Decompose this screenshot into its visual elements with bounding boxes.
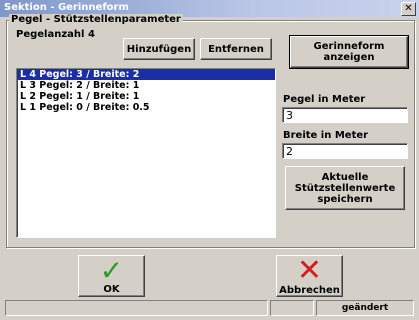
- show-shape-button[interactable]: Gerinneform anzeigen: [289, 35, 409, 69]
- add-button[interactable]: Hinzufügen: [123, 38, 195, 60]
- cancel-label: Abbrechen: [279, 284, 340, 296]
- cancel-button[interactable]: ✕ Abbrechen: [276, 255, 343, 297]
- pegel-list[interactable]: L 4 Pegel: 3 / Breite: 2 L 3 Pegel: 2 / …: [16, 68, 276, 238]
- list-item[interactable]: L 3 Pegel: 2 / Breite: 1: [17, 80, 275, 91]
- window-title: Sektion - Gerinneform: [4, 2, 129, 13]
- dialog-window: Sektion - Gerinneform ✕ Pegel - Stützste…: [0, 0, 419, 320]
- pegel-meter-input[interactable]: 3: [282, 107, 408, 123]
- status-cell-mid: [270, 300, 314, 316]
- ok-button[interactable]: ✓ OK: [78, 255, 145, 297]
- checkmark-icon: ✓: [99, 253, 124, 287]
- group-legend: Pegel - Stützstellenparameter: [9, 14, 183, 25]
- remove-button[interactable]: Entfernen: [200, 38, 272, 60]
- close-icon[interactable]: ✕: [401, 2, 416, 16]
- status-changed: geändert: [316, 300, 414, 316]
- ok-label: OK: [103, 283, 120, 295]
- list-item[interactable]: L 1 Pegel: 0 / Breite: 0.5: [17, 102, 275, 113]
- list-item[interactable]: L 4 Pegel: 3 / Breite: 2: [17, 69, 275, 80]
- pegel-meter-label: Pegel in Meter: [283, 94, 366, 105]
- pegel-count-label: Pegelanzahl 4: [16, 29, 95, 40]
- breite-meter-input[interactable]: 2: [282, 143, 408, 159]
- save-values-button[interactable]: Aktuelle Stützstellenwerte speichern: [285, 166, 405, 210]
- breite-meter-label: Breite in Meter: [283, 130, 369, 141]
- status-cell-left: [5, 300, 268, 316]
- x-icon: ✕: [296, 252, 323, 288]
- list-item[interactable]: L 2 Pegel: 1 / Breite: 1: [17, 91, 275, 102]
